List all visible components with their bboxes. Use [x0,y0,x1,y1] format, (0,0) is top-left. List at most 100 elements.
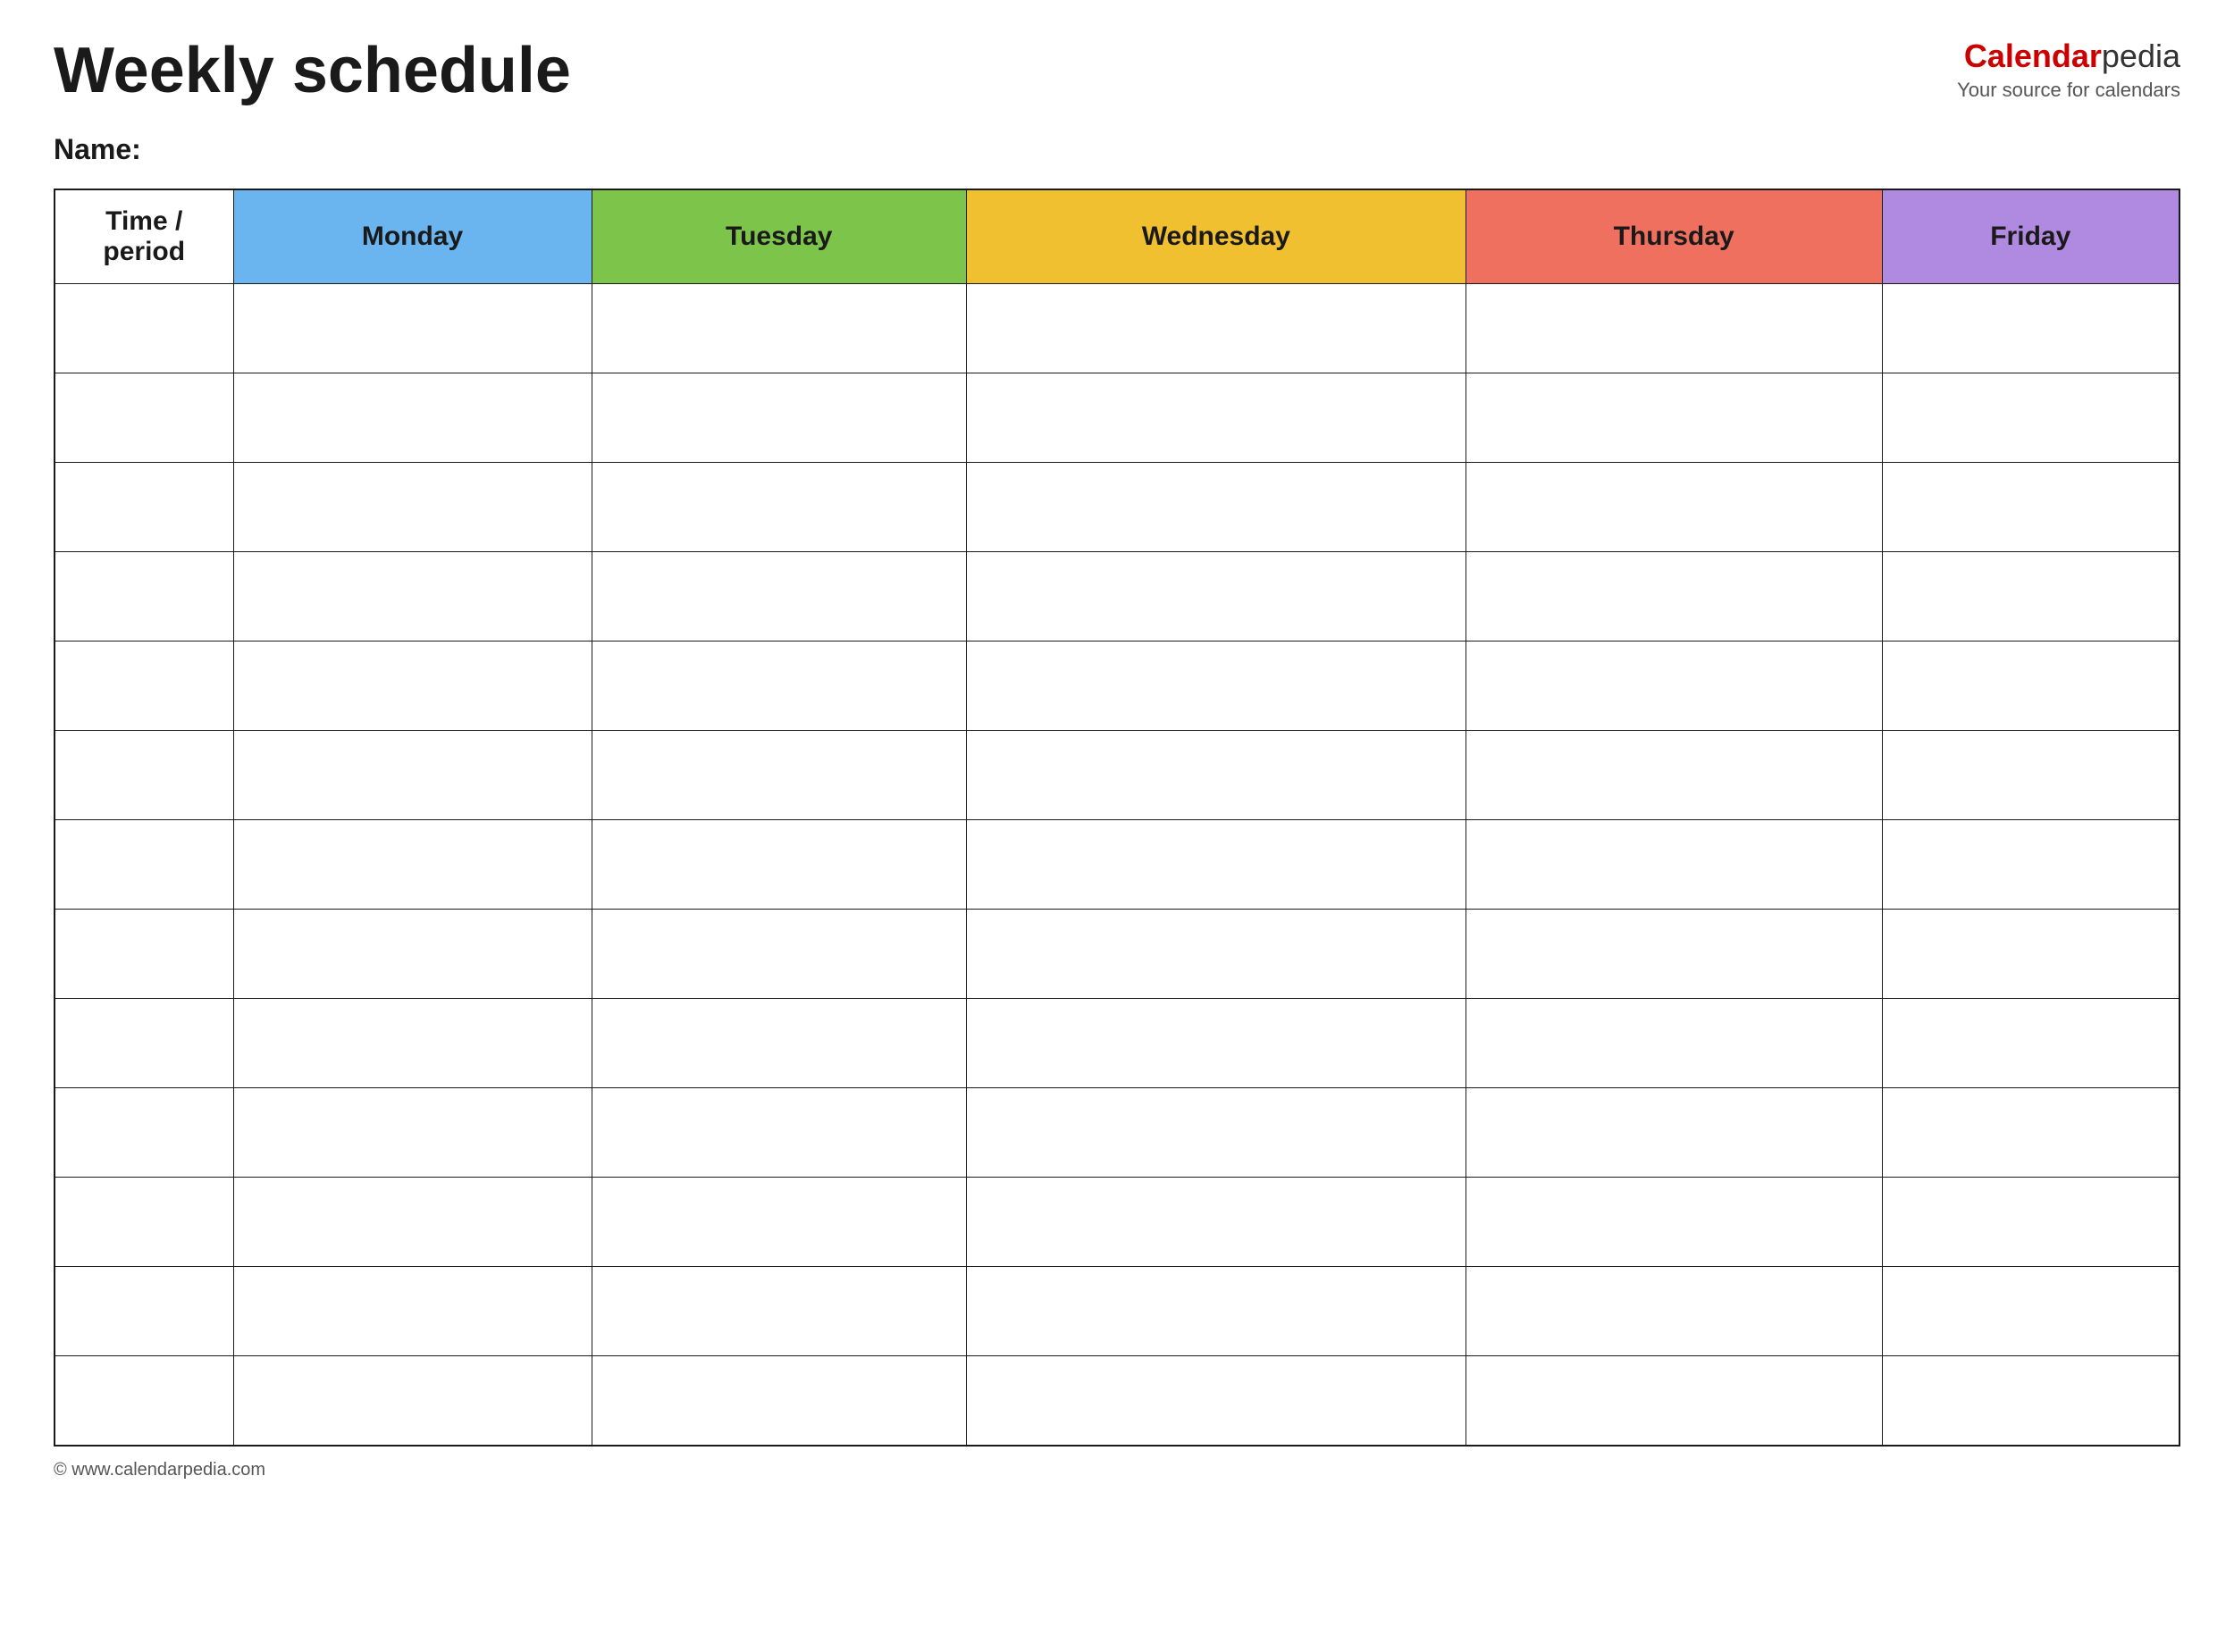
table-cell[interactable] [592,463,966,552]
table-cell[interactable] [966,373,1466,463]
table-row [55,1178,2179,1267]
table-row [55,1088,2179,1178]
table-cell[interactable] [1466,1356,1882,1446]
table-cell[interactable] [592,1267,966,1356]
table-cell[interactable] [1882,820,2179,910]
table-cell[interactable] [55,642,233,731]
table-cell[interactable] [966,552,1466,642]
table-cell[interactable] [1882,1088,2179,1178]
footer: © www.calendarpedia.com [54,1460,2180,1480]
table-cell[interactable] [966,1356,1466,1446]
table-row [55,999,2179,1088]
table-row [55,373,2179,463]
table-cell[interactable] [55,910,233,999]
table-cell[interactable] [592,284,966,373]
table-cell[interactable] [966,642,1466,731]
table-cell[interactable] [1882,1356,2179,1446]
table-cell[interactable] [233,999,592,1088]
table-cell[interactable] [55,731,233,820]
table-cell[interactable] [1466,1088,1882,1178]
table-cell[interactable] [592,642,966,731]
table-cell[interactable] [233,1356,592,1446]
table-cell[interactable] [1882,642,2179,731]
col-header-time: Time / period [55,189,233,284]
table-cell[interactable] [966,284,1466,373]
table-cell[interactable] [966,820,1466,910]
table-cell[interactable] [592,552,966,642]
table-cell[interactable] [1882,373,2179,463]
table-cell[interactable] [1882,463,2179,552]
table-cell[interactable] [1882,1178,2179,1267]
brand-logo: Calendarpedia Your source for calendars [1957,36,2180,103]
brand-name: Calendarpedia [1957,36,2180,78]
table-cell[interactable] [966,999,1466,1088]
table-cell[interactable] [233,820,592,910]
table-cell[interactable] [233,373,592,463]
table-cell[interactable] [55,284,233,373]
table-cell[interactable] [1882,999,2179,1088]
table-cell[interactable] [592,731,966,820]
table-row [55,1356,2179,1446]
table-cell[interactable] [233,1088,592,1178]
table-cell[interactable] [966,1178,1466,1267]
table-cell[interactable] [592,1178,966,1267]
table-row [55,552,2179,642]
table-cell[interactable] [55,999,233,1088]
table-cell[interactable] [1882,284,2179,373]
table-cell[interactable] [1466,910,1882,999]
table-cell[interactable] [1466,284,1882,373]
table-cell[interactable] [55,1088,233,1178]
table-cell[interactable] [966,463,1466,552]
table-cell[interactable] [233,284,592,373]
table-cell[interactable] [1882,910,2179,999]
table-cell[interactable] [1466,1178,1882,1267]
col-header-monday: Monday [233,189,592,284]
page-header: Weekly schedule Calendarpedia Your sourc… [54,36,2180,106]
table-row [55,284,2179,373]
table-row [55,1267,2179,1356]
col-header-wednesday: Wednesday [966,189,1466,284]
table-cell[interactable] [592,1356,966,1446]
table-cell[interactable] [233,642,592,731]
table-cell[interactable] [233,910,592,999]
table-cell[interactable] [966,731,1466,820]
table-cell[interactable] [592,820,966,910]
table-cell[interactable] [592,910,966,999]
table-cell[interactable] [592,999,966,1088]
table-cell[interactable] [233,731,592,820]
table-cell[interactable] [1882,552,2179,642]
table-cell[interactable] [55,373,233,463]
table-cell[interactable] [55,1356,233,1446]
table-cell[interactable] [1466,463,1882,552]
table-row [55,642,2179,731]
table-cell[interactable] [1466,820,1882,910]
table-cell[interactable] [55,820,233,910]
table-cell[interactable] [1466,642,1882,731]
table-cell[interactable] [233,552,592,642]
table-cell[interactable] [1466,999,1882,1088]
table-cell[interactable] [966,910,1466,999]
schedule-table: Time / period Monday Tuesday Wednesday T… [54,189,2180,1447]
col-header-thursday: Thursday [1466,189,1882,284]
table-cell[interactable] [1466,731,1882,820]
table-cell[interactable] [1882,731,2179,820]
table-cell[interactable] [233,1267,592,1356]
table-cell[interactable] [233,1178,592,1267]
table-cell[interactable] [592,1088,966,1178]
table-row [55,910,2179,999]
name-label: Name: [54,133,2180,166]
page-title: Weekly schedule [54,36,571,106]
table-cell[interactable] [55,1267,233,1356]
table-cell[interactable] [55,552,233,642]
table-cell[interactable] [966,1267,1466,1356]
table-row [55,731,2179,820]
table-cell[interactable] [1466,373,1882,463]
table-cell[interactable] [592,373,966,463]
table-cell[interactable] [55,463,233,552]
table-cell[interactable] [1466,552,1882,642]
table-cell[interactable] [55,1178,233,1267]
table-cell[interactable] [1882,1267,2179,1356]
table-cell[interactable] [1466,1267,1882,1356]
table-cell[interactable] [966,1088,1466,1178]
table-cell[interactable] [233,463,592,552]
